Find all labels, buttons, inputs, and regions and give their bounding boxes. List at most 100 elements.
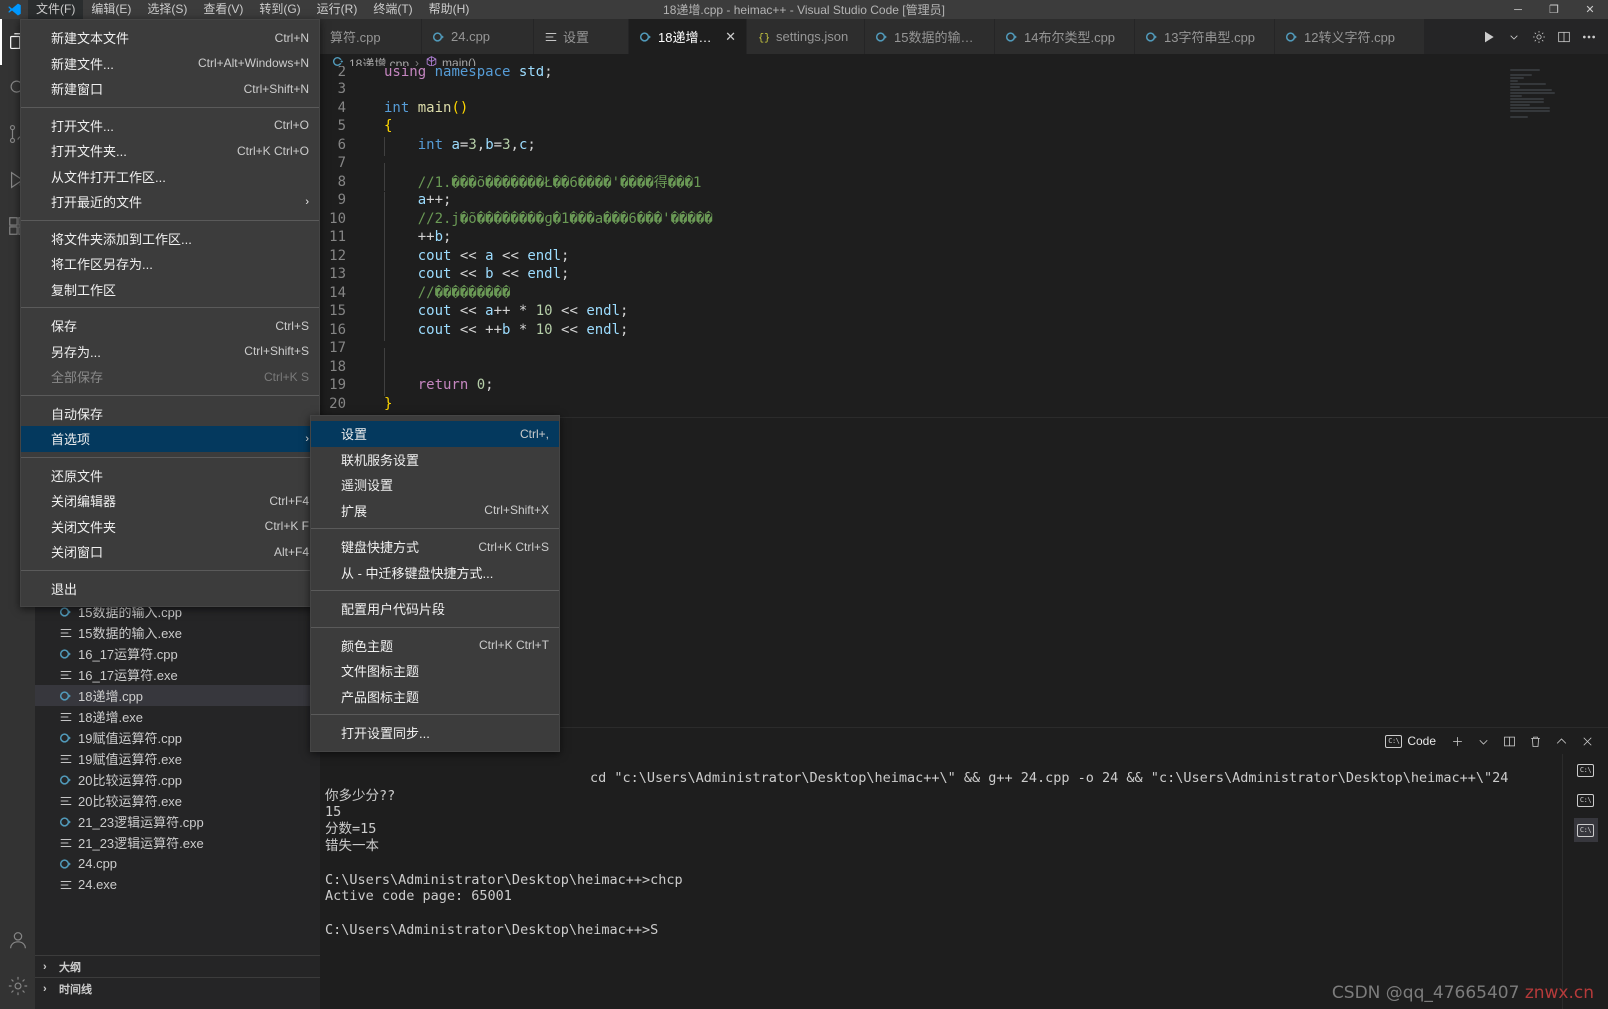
explorer-file-list[interactable]: 14布尔类型.exe15数据的输入.cpp15数据的输入.exe16_17运算符… (35, 590, 320, 951)
close-button[interactable]: ✕ (1572, 0, 1608, 19)
menu-item[interactable]: 从 - 中迁移键盘快捷方式... (311, 560, 559, 586)
terminal-dropdown-chevron-icon[interactable] (1472, 730, 1494, 752)
menubar-item-0[interactable]: 文件(F) (28, 0, 84, 19)
editor-tab-close-icon[interactable]: ✕ (725, 29, 736, 45)
terminal-tab-code[interactable]: C:\ Code (1385, 734, 1436, 748)
code-line[interactable]: 4 int main() (320, 99, 1608, 118)
code-line[interactable]: 16 cout << ++b * 10 << endl; (320, 321, 1608, 341)
code-line-text[interactable]: cout << b << endl; (362, 266, 1608, 286)
menu-item[interactable]: 颜色主题 Ctrl+K Ctrl+T (311, 633, 559, 659)
menu-item[interactable]: 配置用户代码片段 (311, 596, 559, 622)
terminal-rail-item[interactable]: C:\ (1574, 788, 1598, 812)
minimize-button[interactable]: ─ (1500, 0, 1536, 19)
editor-vertical-scrollbar[interactable] (1594, 66, 1608, 418)
explorer-file[interactable]: 24.exe (35, 874, 320, 895)
menu-item[interactable]: 产品图标主题 (311, 684, 559, 710)
explorer-outline-section[interactable]: › 大纲 (35, 955, 320, 977)
more-actions-icon[interactable] (1578, 26, 1600, 48)
code-line[interactable]: 20} (320, 395, 1608, 414)
split-editor-icon[interactable] (1553, 26, 1575, 48)
code-line-text[interactable]: int main() (362, 100, 1608, 116)
code-line[interactable]: 18 (320, 358, 1608, 386)
code-line-text[interactable]: int a=3,b=3,c; (362, 136, 1608, 156)
menu-item[interactable]: 新建窗口 Ctrl+Shift+N (21, 76, 319, 102)
chevron-down-icon[interactable] (1503, 26, 1525, 48)
menu-item[interactable]: 打开文件... Ctrl+O (21, 113, 319, 139)
code-line[interactable]: 9 a++; (320, 191, 1608, 212)
menu-item[interactable]: 首选项 › (21, 426, 319, 452)
terminal-output[interactable]: 你多少分?? 15 分数=15 错失一本 C:\Users\Administrator\… (320, 754, 1562, 1009)
menubar-item-2[interactable]: 选择(S) (139, 0, 195, 19)
run-play-icon[interactable] (1478, 26, 1500, 48)
editor-tab-3[interactable]: 18递增.cpp ✕ (629, 19, 747, 54)
split-terminal-button[interactable] (1498, 730, 1520, 752)
explorer-file[interactable]: 19赋值运算符.cpp (35, 727, 320, 748)
terminal-rail-item[interactable]: C:\ (1574, 758, 1598, 782)
code-line-text[interactable]: a++; (362, 192, 1608, 212)
gear-icon[interactable] (1528, 26, 1550, 48)
explorer-file[interactable]: 18递增.exe (35, 706, 320, 727)
menu-item[interactable]: 退出 (21, 576, 319, 602)
explorer-file[interactable]: 16_17运算符.exe (35, 664, 320, 685)
explorer-file[interactable]: 16_17运算符.cpp (35, 643, 320, 664)
menu-item[interactable]: 键盘快捷方式 Ctrl+K Ctrl+S (311, 534, 559, 560)
explorer-file[interactable]: 21_23逻辑运算符.cpp (35, 811, 320, 832)
code-line[interactable]: 13 cout << b << endl; (320, 265, 1608, 286)
code-line[interactable]: 2 using namespace std; (320, 66, 1608, 80)
menu-item[interactable]: 自动保存 (21, 401, 319, 427)
code-line[interactable]: 8 //1.���õ�������Ł��6����'����得���1 (320, 171, 1608, 192)
menu-item[interactable]: 保存 Ctrl+S (21, 313, 319, 339)
editor-minimap[interactable] (1504, 66, 1594, 418)
menu-item[interactable]: 联机服务设置 (311, 447, 559, 473)
code-line[interactable]: 15 cout << a++ * 10 << endl; (320, 302, 1608, 323)
code-line[interactable]: 6 int a=3,b=3,c; (320, 136, 1608, 156)
explorer-file[interactable]: 19赋值运算符.exe (35, 748, 320, 769)
menu-item[interactable]: 全部保存 Ctrl+K S (21, 364, 319, 390)
code-line[interactable]: 19 return 0; (320, 376, 1608, 397)
code-line-text[interactable]: ++b; (362, 229, 1608, 249)
code-line-text[interactable]: cout << ++b * 10 << endl; (362, 321, 1608, 341)
code-line-text[interactable]: //��������� (362, 284, 1608, 304)
explorer-file[interactable]: 15数据的输入.exe (35, 622, 320, 643)
menu-bar[interactable]: 文件(F) 编辑(E) 选择(S) 查看(V) 转到(G) 运行(R) 终端(T) 帮助(H) (28, 0, 477, 19)
code-line[interactable]: 14 //��������� (320, 284, 1608, 304)
code-editor[interactable]: 2 using namespace std; 3 4 int main() 5{6 int… (320, 66, 1608, 418)
menubar-item-6[interactable]: 终端(T) (365, 0, 420, 19)
editor-tab-0[interactable]: 算符.cpp (320, 19, 422, 54)
menu-item[interactable]: 将工作区另存为... (21, 251, 319, 277)
code-line[interactable]: 10 //2.ј�õ��������ɡ�1���a���6���'����� (320, 210, 1608, 230)
menu-item[interactable]: 另存为... Ctrl+Shift+S (21, 339, 319, 365)
menubar-item-3[interactable]: 查看(V) (195, 0, 251, 19)
new-terminal-button[interactable] (1446, 730, 1468, 752)
explorer-timeline-section[interactable]: › 时间线 (35, 977, 320, 999)
menu-item[interactable]: 新建文件... Ctrl+Alt+Windows+N (21, 51, 319, 77)
explorer-file[interactable]: 20比较运算符.exe (35, 790, 320, 811)
menubar-item-5[interactable]: 运行(R) (309, 0, 366, 19)
code-line-text[interactable]: } (362, 396, 1608, 412)
editor-tab-actions[interactable] (1470, 19, 1608, 54)
close-panel-button[interactable] (1576, 730, 1598, 752)
editor-tab-6[interactable]: 14布尔类型.cpp (995, 19, 1135, 54)
preferences-submenu[interactable]: 设置 Ctrl+, 联机服务设置 遥测设置 扩展 Ctrl+Shift+X 键盘快捷方式 Ct… (310, 415, 560, 752)
menubar-item-1[interactable]: 编辑(E) (83, 0, 139, 19)
explorer-file[interactable]: 24.cpp (35, 853, 320, 874)
menu-item[interactable]: 将文件夹添加到工作区... (21, 226, 319, 252)
code-line-text[interactable]: using namespace std; (362, 66, 1608, 80)
menu-item[interactable]: 关闭文件夹 Ctrl+K F (21, 514, 319, 540)
code-line[interactable]: 12 cout << a << endl; (320, 247, 1608, 267)
menu-item[interactable]: 从文件打开工作区... (21, 164, 319, 190)
code-line-text[interactable]: { (362, 118, 1608, 134)
menu-item[interactable]: 复制工作区 (21, 277, 319, 303)
menu-item[interactable]: 设置 Ctrl+, (311, 421, 559, 447)
activity-account-icon[interactable] (0, 917, 35, 963)
editor-tab-1[interactable]: 24.cpp (422, 19, 534, 54)
editor-tabs[interactable]: 算符.cpp 24.cpp 设置 18递增.cpp ✕ {} settings.json 15… (320, 19, 1608, 54)
editor-tab-7[interactable]: 13字符串型.cpp (1135, 19, 1275, 54)
editor-tab-5[interactable]: 15数据的输入.cpp (865, 19, 995, 54)
menu-item[interactable]: 关闭编辑器 Ctrl+F4 (21, 488, 319, 514)
menu-item[interactable]: 还原文件 (21, 463, 319, 489)
code-line[interactable]: 5{ (320, 117, 1608, 136)
menu-item[interactable]: 关闭窗口 Alt+F4 (21, 539, 319, 565)
menubar-item-7[interactable]: 帮助(H) (421, 0, 478, 19)
menu-item[interactable]: 打开文件夹... Ctrl+K Ctrl+O (21, 138, 319, 164)
